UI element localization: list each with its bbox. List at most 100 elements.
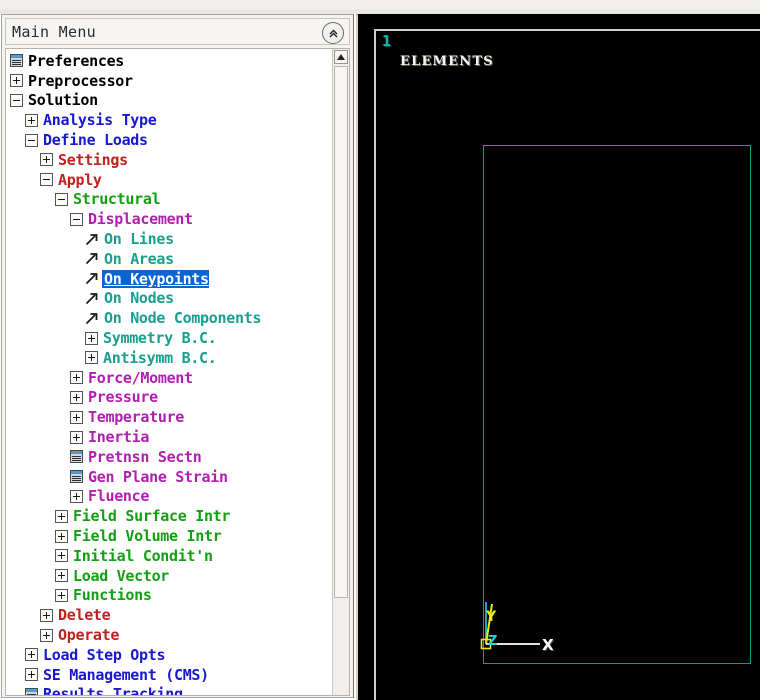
tree-vertical-scrollbar[interactable] [332,49,349,695]
tree-item-se-management-cms[interactable]: SE Management (CMS) [8,665,332,685]
main-menu-frame: Main Menu Preferences Preprocessor Solutio… [1,14,354,698]
axis-triad: Y Z X [478,602,558,682]
tree-item-label: On Nodes [104,289,174,308]
tree-item-label: Load Step Opts [43,645,166,664]
tree-item-fluence[interactable]: Fluence [8,487,332,507]
tree-item-label: Analysis Type [43,111,157,130]
tree-item-field-volume-intr[interactable]: Field Volume Intr [8,526,332,546]
expand-plus-icon[interactable] [70,371,83,385]
tree-item-label: Preprocessor [28,71,133,90]
expand-plus-icon[interactable] [40,608,53,622]
tree-item-label: Field Volume Intr [73,527,222,546]
main-menu-panel: Main Menu Preferences Preprocessor Solutio… [0,14,356,700]
arrow-up-right-icon [85,233,99,246]
tree-item-pretnsn-sectn[interactable]: Pretnsn Sectn [8,447,332,467]
tree-item-label: Fluence [88,487,150,506]
expand-plus-icon[interactable] [25,113,38,127]
element-mesh-outline [483,145,751,664]
arrow-up-right-icon [85,292,99,305]
tree-item-on-nodes[interactable]: On Nodes [8,289,332,309]
tree-item-results-tracking[interactable]: Results Tracking [8,685,332,695]
tree-item-delete[interactable]: Delete [8,605,332,625]
expand-plus-icon[interactable] [70,489,83,503]
tree-item-force-moment[interactable]: Force/Moment [8,368,332,388]
tree-item-label: Displacement [88,210,193,229]
axis-label-z: Z [488,634,498,649]
tree-item-label: Apply [58,170,102,189]
tree-item-functions[interactable]: Functions [8,586,332,606]
document-sheet-icon [10,54,23,68]
expand-plus-icon[interactable] [10,74,23,88]
collapse-minus-icon[interactable] [10,93,23,107]
graphics-window[interactable]: 1 ELEMENTS Y Z X Apply U,ROT on KPs Pick… [358,14,760,700]
expand-plus-icon[interactable] [85,331,98,345]
tree-item-initial-condit-n[interactable]: Initial Condit'n [8,546,332,566]
tree-item-label: Field Surface Intr [73,507,231,526]
tree-item-structural[interactable]: Structural [8,190,332,210]
collapse-minus-icon[interactable] [70,212,83,226]
arrow-up-right-icon [85,312,99,325]
tree-item-preprocessor[interactable]: Preprocessor [8,71,332,91]
tree-item-label: Temperature [88,408,185,427]
document-sheet-icon [25,687,38,695]
expand-plus-icon[interactable] [85,351,98,365]
tree-item-field-surface-intr[interactable]: Field Surface Intr [8,506,332,526]
tree-item-label: Symmetry B.C. [103,329,217,348]
scrollbar-thumb[interactable] [334,66,348,598]
expand-plus-icon[interactable] [55,588,68,602]
tree-item-label: On Areas [104,249,174,268]
tree-item-label: Settings [58,150,128,169]
tree-item-symmetry-b-c[interactable]: Symmetry B.C. [8,328,332,348]
expand-plus-icon[interactable] [40,628,53,642]
tree-item-label: SE Management (CMS) [43,665,209,684]
main-menu-tree[interactable]: Preferences Preprocessor Solution Analysis … [6,49,332,695]
double-chevron-up-icon[interactable] [322,22,344,44]
tree-item-pressure[interactable]: Pressure [8,388,332,408]
tree-item-displacement[interactable]: Displacement [8,209,332,229]
tree-item-on-keypoints[interactable]: On Keypoints [8,269,332,289]
tree-item-define-loads[interactable]: Define Loads [8,130,332,150]
expand-plus-icon[interactable] [55,529,68,543]
expand-plus-icon[interactable] [70,390,83,404]
tree-item-label: Functions [73,586,152,605]
tree-item-label: Pressure [88,388,158,407]
tree-item-temperature[interactable]: Temperature [8,407,332,427]
tree-item-inertia[interactable]: Inertia [8,427,332,447]
tree-item-load-step-opts[interactable]: Load Step Opts [8,645,332,665]
expand-plus-icon[interactable] [70,430,83,444]
tree-item-label: Delete [58,606,111,625]
tree-item-operate[interactable]: Operate [8,625,332,645]
expand-plus-icon[interactable] [55,509,68,523]
main-menu-titlebar: Main Menu [5,18,350,45]
expand-plus-icon[interactable] [55,549,68,563]
tree-item-load-vector[interactable]: Load Vector [8,566,332,586]
expand-plus-icon[interactable] [40,153,53,167]
tree-item-solution[interactable]: Solution [8,91,332,111]
expand-plus-icon[interactable] [55,569,68,583]
tree-item-antisymm-b-c[interactable]: Antisymm B.C. [8,348,332,368]
document-sheet-icon [70,470,83,484]
tree-item-preferences[interactable]: Preferences [8,51,332,71]
tree-item-label: Solution [28,91,98,110]
scroll-up-arrow-icon[interactable] [334,50,348,64]
main-menu-title: Main Menu [12,22,96,41]
expand-plus-icon[interactable] [70,410,83,424]
tree-item-label: On Node Components [104,309,262,328]
tree-item-gen-plane-strain[interactable]: Gen Plane Strain [8,467,332,487]
axis-label-x: X [542,636,554,654]
tree-item-on-lines[interactable]: On Lines [8,229,332,249]
tree-item-analysis-type[interactable]: Analysis Type [8,110,332,130]
expand-plus-icon[interactable] [25,668,38,682]
tree-item-label: Define Loads [43,131,148,150]
collapse-minus-icon[interactable] [40,173,53,187]
tree-item-settings[interactable]: Settings [8,150,332,170]
collapse-minus-icon[interactable] [55,192,68,206]
tree-item-label: Load Vector [73,566,170,585]
collapse-minus-icon[interactable] [25,133,38,147]
app-root: Main Menu Preferences Preprocessor Solutio… [0,0,760,700]
expand-plus-icon[interactable] [25,648,38,662]
document-sheet-icon [70,450,83,464]
tree-item-on-node-components[interactable]: On Node Components [8,308,332,328]
tree-item-on-areas[interactable]: On Areas [8,249,332,269]
tree-item-apply[interactable]: Apply [8,170,332,190]
